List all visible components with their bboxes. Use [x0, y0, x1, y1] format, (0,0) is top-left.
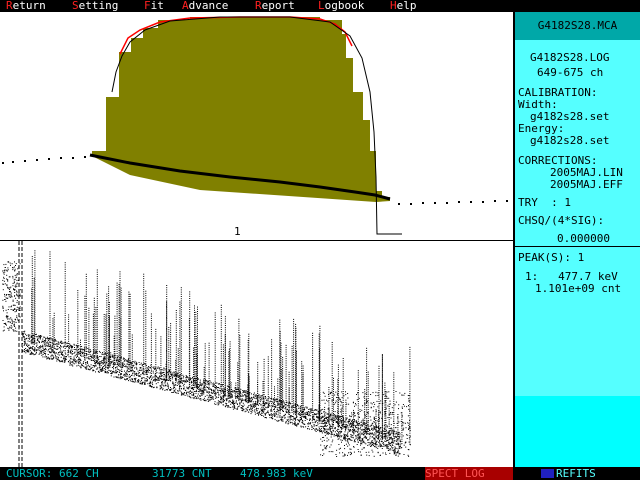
menu-help[interactable]: Help [390, 0, 417, 12]
menu-label: elp [396, 0, 417, 12]
chisq-value: 0.000000 [557, 232, 610, 245]
menu-hotkey: S [72, 0, 79, 12]
menu-return[interactable]: Return [6, 0, 46, 12]
menu-label: eturn [12, 0, 46, 12]
menu-label: dvance [188, 0, 229, 12]
cursor-energy: 478.983 keV [240, 467, 313, 480]
menu-hotkey: A [182, 0, 189, 12]
refits-button[interactable]: REFITS [556, 467, 596, 480]
channel-range: 649-675 ch [537, 66, 604, 79]
refits-indicator [541, 469, 554, 478]
cursor-counts: 31773 CNT [152, 467, 212, 480]
spect-log-toggle[interactable]: SPECT LOG [425, 467, 513, 480]
peak-fit-plot[interactable]: 1 [0, 12, 513, 241]
spectrum-graph [2, 241, 411, 467]
fit-info-panel: G4182S28.MCA G4182S28.LOG 649-675 ch CAL… [513, 12, 640, 467]
try-count: TRY : 1 [518, 196, 571, 209]
panel-divider [515, 246, 640, 247]
energy-value: g4182s28.set [530, 134, 610, 147]
menu-hotkey: H [390, 0, 397, 12]
peak-area-fill [92, 17, 390, 202]
spectrum-overview[interactable] [0, 241, 513, 467]
peak-fit-graph: 1 [2, 16, 508, 238]
menu-hotkey: R [255, 0, 262, 12]
menu-logbook[interactable]: Logbook [318, 0, 364, 12]
menu-setting[interactable]: Setting [72, 0, 118, 12]
chisq-label: CHSQ/(4*SIG): [518, 214, 605, 227]
menu-hotkey: R [6, 0, 13, 12]
correction-eff: 2005MAJ.EFF [550, 178, 623, 191]
menu-advance[interactable]: Advance [182, 0, 228, 12]
status-bar: CURSOR: 662 CH 31773 CNT 478.983 keV SPE… [0, 467, 640, 480]
menu-label: it [150, 0, 164, 12]
peak-marker-label: 1 [234, 225, 241, 238]
menu-label: etting [78, 0, 119, 12]
menu-report[interactable]: Report [255, 0, 295, 12]
menu-label: ogbook [324, 0, 365, 12]
cursor-channel: CURSOR: 662 CH [6, 467, 99, 480]
menu-bar: Return Setting Fit Advance Report Logboo… [0, 0, 640, 12]
log-filename: G4182S28.LOG [530, 51, 610, 64]
menu-hotkey: L [318, 0, 325, 12]
menu-label: eport [261, 0, 295, 12]
spectrum-filename: G4182S28.MCA [515, 12, 640, 40]
menu-hotkey: F [144, 0, 151, 12]
spectrum-points [2, 250, 411, 457]
peaks-count: PEAK(S): 1 [518, 251, 585, 264]
menu-fit[interactable]: Fit [144, 0, 164, 12]
peak-counts: 1.101e+09 cnt [535, 282, 622, 295]
panel-bottom-area [515, 396, 640, 467]
